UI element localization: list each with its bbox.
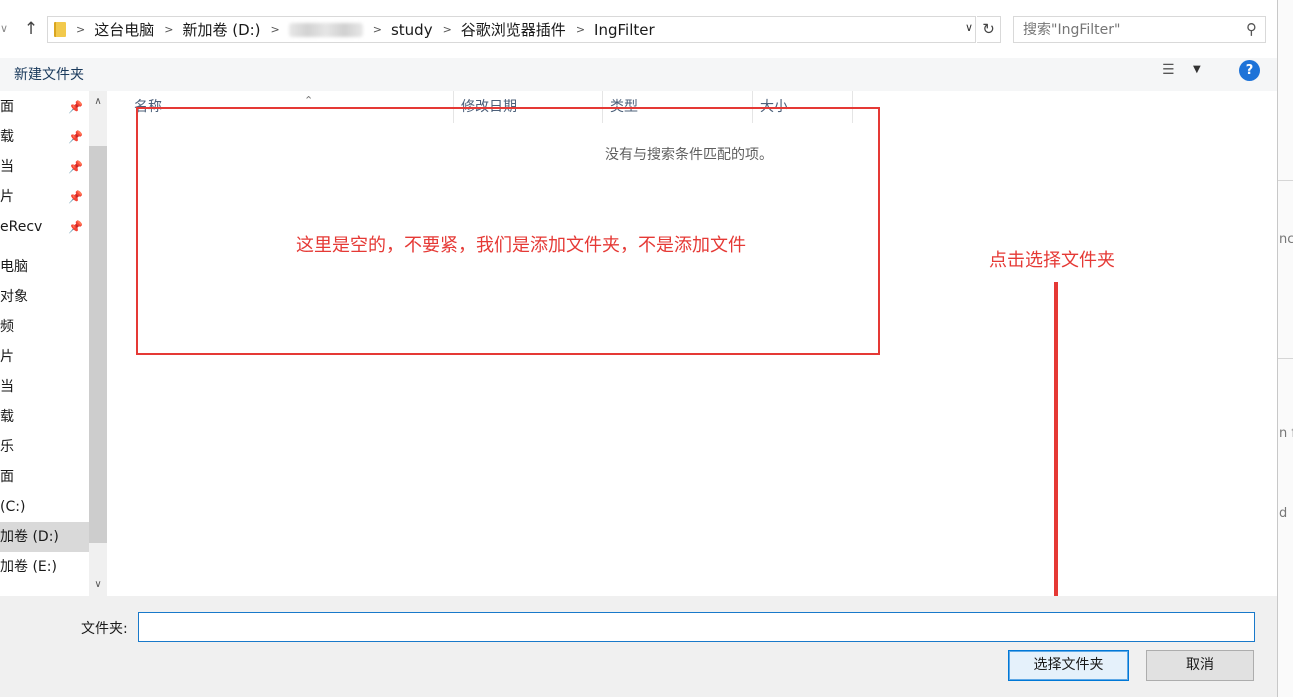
nav-item[interactable]: 频 (0, 315, 89, 339)
nav-item-label: 片 (0, 349, 14, 365)
nav-item-label: 当 (0, 159, 14, 175)
view-options-icon[interactable]: ☰ (1162, 62, 1175, 78)
nav-scrollbar[interactable]: ∧ ∨ (89, 91, 107, 596)
address-bar[interactable]: > 这台电脑 > 新加卷 (D:) > > study > 谷歌浏览器插件 > … (47, 16, 976, 43)
scrollbar-thumb[interactable] (89, 146, 107, 543)
divider (1278, 180, 1293, 181)
title-area: ∨ ↑ > 这台电脑 > 新加卷 (D:) > > study > 谷歌浏览器插… (0, 0, 1277, 58)
folder-label: 文件夹: (81, 621, 128, 637)
nav-item-this-pc[interactable]: 电脑 (0, 255, 89, 279)
folder-icon (54, 22, 66, 37)
nav-item[interactable]: 载 (0, 405, 89, 429)
nav-item[interactable]: 片 📌 (0, 185, 89, 209)
nav-item-label: (C:) (0, 499, 26, 515)
command-bar: 新建文件夹 ☰ ▼ ? (0, 58, 1277, 91)
pin-icon: 📌 (68, 130, 83, 144)
nav-item-label: 频 (0, 319, 14, 335)
annotation-box-note: 这里是空的，不要紧，我们是添加文件夹，不是添加文件 (296, 235, 746, 256)
nav-item[interactable]: eRecv 📌 (0, 215, 89, 239)
breadcrumb-study[interactable]: study (391, 21, 433, 39)
nav-item-drive-c[interactable]: (C:) (0, 495, 89, 519)
refresh-icon[interactable]: ↻ (977, 16, 1001, 43)
breadcrumb-this-pc[interactable]: 这台电脑 (94, 19, 154, 40)
breadcrumb-ingfilter[interactable]: IngFilter (594, 21, 655, 39)
nav-item[interactable]: 当 (0, 375, 89, 399)
new-folder-button[interactable]: 新建文件夹 (14, 64, 84, 84)
search-box[interactable]: ⚲ (1013, 16, 1266, 43)
nav-item[interactable]: 乐 (0, 435, 89, 459)
pin-icon: 📌 (68, 100, 83, 114)
nav-item[interactable]: 载 📌 (0, 125, 89, 149)
chevron-down-icon[interactable]: ∨ (0, 22, 8, 35)
background-window-edge: nc n f d (1277, 0, 1293, 697)
view-dropdown-icon[interactable]: ▼ (1193, 64, 1201, 75)
nav-item-label: eRecv (0, 219, 43, 235)
blurred-breadcrumb (288, 22, 363, 37)
annotation-arrow-note: 点击选择文件夹 (989, 250, 1115, 271)
nav-item-label: 乐 (0, 439, 14, 455)
pin-icon: 📌 (68, 220, 83, 234)
nav-item[interactable]: 当 📌 (0, 155, 89, 179)
nav-item-label: 电脑 (0, 259, 28, 275)
pin-icon: 📌 (68, 190, 83, 204)
search-input[interactable] (1014, 17, 1234, 42)
nav-item-label: 当 (0, 379, 14, 395)
nav-item[interactable]: 面 📌 (0, 95, 89, 119)
nav-item-label: 加卷 (D:) (0, 529, 59, 545)
nav-item-drive-d[interactable]: 加卷 (D:) (0, 522, 89, 552)
help-icon[interactable]: ? (1239, 60, 1260, 81)
history-dropdown-icon[interactable]: ∨ (965, 21, 973, 34)
chevron-right-icon[interactable]: > (76, 23, 85, 36)
dialog-footer: 文件夹: 选择文件夹 取消 (0, 596, 1277, 697)
nav-item-label: 载 (0, 409, 14, 425)
clipped-text: d (1279, 506, 1288, 521)
nav-item[interactable]: 对象 (0, 285, 89, 309)
search-icon[interactable]: ⚲ (1246, 20, 1257, 38)
scroll-down-icon[interactable]: ∨ (89, 576, 107, 594)
chevron-right-icon[interactable]: > (271, 23, 280, 36)
clipped-text: nc (1279, 232, 1293, 247)
select-folder-button[interactable]: 选择文件夹 (1008, 650, 1129, 681)
chevron-right-icon[interactable]: > (164, 23, 173, 36)
chevron-right-icon[interactable]: > (373, 23, 382, 36)
breadcrumb-drive-d[interactable]: 新加卷 (D:) (182, 19, 260, 40)
up-arrow-icon[interactable]: ↑ (20, 18, 42, 40)
divider (1278, 358, 1293, 359)
nav-item-label: 面 (0, 99, 14, 115)
cancel-button[interactable]: 取消 (1146, 650, 1254, 681)
nav-item-label: 载 (0, 129, 14, 145)
nav-item-drive-e[interactable]: 加卷 (E:) (0, 555, 89, 579)
nav-item[interactable]: 片 (0, 345, 89, 369)
nav-item-label: 面 (0, 469, 14, 485)
nav-item-label: 对象 (0, 289, 28, 305)
nav-item[interactable]: 面 (0, 465, 89, 489)
folder-input[interactable] (138, 612, 1255, 642)
nav-item-label: 加卷 (E:) (0, 559, 57, 575)
nav-item-label: 片 (0, 189, 14, 205)
navigation-pane: 面 📌 载 📌 当 📌 片 📌 eRecv 📌 电脑 对象 频 片 当 载 乐 面 (C:… (0, 91, 89, 596)
pin-icon: 📌 (68, 160, 83, 174)
breadcrumb-plugins[interactable]: 谷歌浏览器插件 (461, 19, 566, 40)
chevron-right-icon[interactable]: > (443, 23, 452, 36)
chevron-right-icon[interactable]: > (576, 23, 585, 36)
scroll-up-icon[interactable]: ∧ (89, 93, 107, 111)
clipped-text: n f (1279, 426, 1293, 441)
